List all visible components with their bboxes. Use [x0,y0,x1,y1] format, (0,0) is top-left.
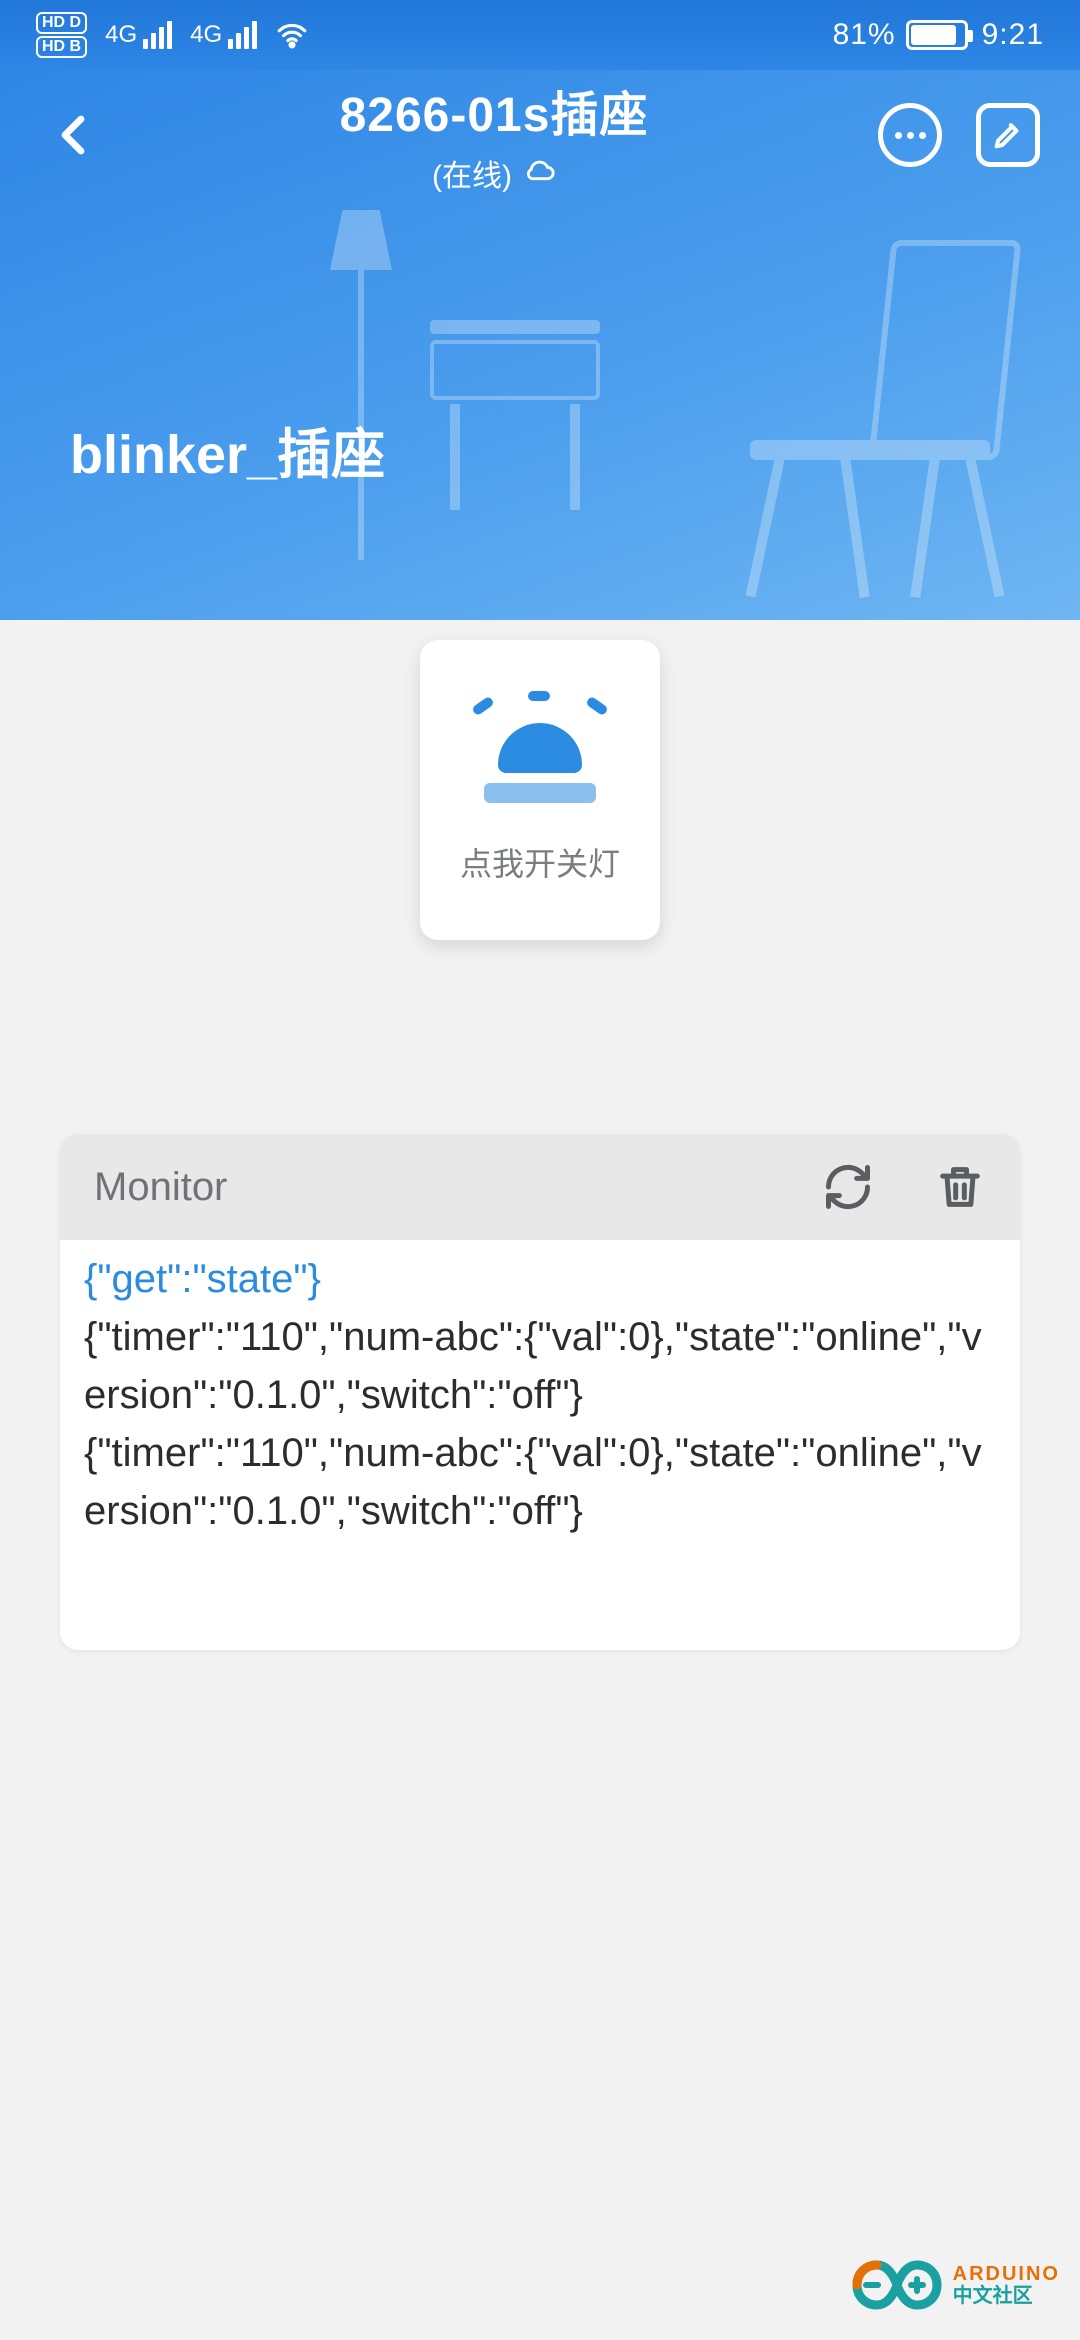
nav-row: 8266-01s插座 (在线) [0,70,1080,200]
light-toggle-label: 点我开关灯 [460,839,620,885]
pencil-icon [991,118,1025,152]
monitor-panel: Monitor {"get":"state"} {"timer":"110","… [60,1134,1020,1650]
chevron-left-icon [51,111,99,159]
bg-chair-graphic [720,240,1020,590]
signal-2: 4G [190,21,257,49]
hd-pill-top: HD D [36,12,87,34]
device-header: 8266-01s插座 (在线) blinker_插座 [0,70,1080,620]
watermark-subtitle: 中文社区 [953,2285,1060,2307]
watermark-text: ARDUINO 中文社区 [953,2263,1060,2307]
arduino-watermark: ARDUINO 中文社区 [827,2252,1060,2318]
online-status: (在线) [432,151,512,195]
status-row: (在线) [110,151,878,195]
light-toggle-card[interactable]: 点我开关灯 [420,640,660,940]
watermark-brand: ARDUINO [953,2263,1060,2285]
more-icon [895,132,926,139]
hd-pill-bottom: HD B [36,36,87,58]
signal-2-label: 4G [190,21,222,49]
signal-1-label: 4G [105,21,137,49]
clear-button[interactable] [934,1161,986,1213]
status-bar: HD D HD B 4G 4G 81% 9:21 [0,0,1080,70]
monitor-log-line: {"timer":"110","num-abc":{"val":0},"stat… [84,1424,996,1540]
trash-icon [934,1161,986,1213]
signal-bars-icon [228,21,257,49]
refresh-button[interactable] [822,1161,874,1213]
status-left: HD D HD B 4G 4G [36,12,309,58]
signal-1: 4G [105,21,172,49]
wifi-icon [275,18,309,52]
hd-badge: HD D HD B [36,12,87,58]
edit-button[interactable] [976,103,1040,167]
nav-right [878,103,1040,167]
signal-bars-icon [143,21,172,49]
monitor-log-line: {"get":"state"} [84,1250,996,1308]
battery-indicator: 81% [833,18,968,52]
bg-table-graphic [430,320,600,510]
back-button[interactable] [40,100,110,170]
refresh-icon [822,1161,874,1213]
monitor-title: Monitor [94,1165,822,1210]
title-column: 8266-01s插座 (在线) [110,75,878,195]
monitor-header: Monitor [60,1134,1020,1240]
page-title: 8266-01s插座 [110,75,878,145]
lamp-icon [480,695,600,815]
battery-icon [906,20,968,50]
bg-lamp-graphic [310,140,410,560]
status-right: 81% 9:21 [833,18,1044,52]
battery-percent: 81% [833,18,896,52]
monitor-log-line: {"timer":"110","num-abc":{"val":0},"stat… [84,1308,996,1424]
cloud-icon [522,156,556,190]
arduino-logo-icon [827,2252,947,2318]
more-button[interactable] [878,103,942,167]
clock: 9:21 [982,18,1044,52]
monitor-body[interactable]: {"get":"state"} {"timer":"110","num-abc"… [60,1240,1020,1650]
monitor-actions [822,1161,986,1213]
